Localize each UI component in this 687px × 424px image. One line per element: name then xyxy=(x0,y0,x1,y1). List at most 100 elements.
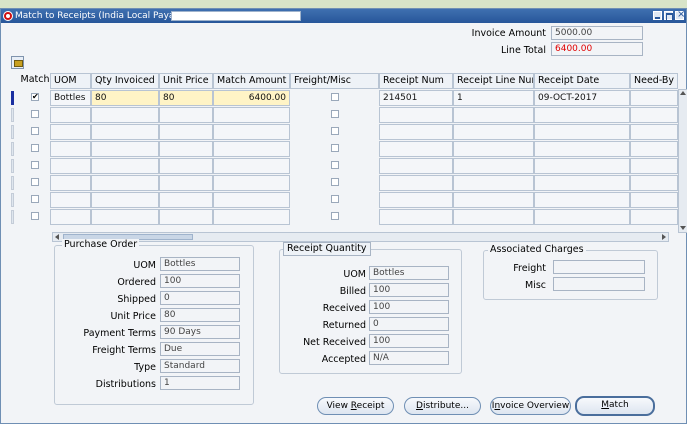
table-cell[interactable] xyxy=(453,107,534,123)
freight-misc-checkbox[interactable] xyxy=(290,141,379,157)
table-cell[interactable] xyxy=(453,124,534,140)
match-checkbox[interactable] xyxy=(24,175,46,191)
view-receipt-button[interactable]: View Receipt xyxy=(317,397,394,415)
table-cell[interactable] xyxy=(534,124,630,140)
table-cell[interactable] xyxy=(91,209,159,225)
table-cell[interactable] xyxy=(213,175,290,191)
row1-freight-misc-checkbox[interactable] xyxy=(290,90,379,106)
table-cell[interactable] xyxy=(159,141,213,157)
table-cell[interactable] xyxy=(159,107,213,123)
freight-misc-checkbox[interactable] xyxy=(290,209,379,225)
match-checkbox[interactable] xyxy=(24,158,46,174)
horizontal-scrollbar[interactable] xyxy=(52,232,669,242)
table-cell[interactable] xyxy=(213,192,290,208)
table-cell[interactable] xyxy=(50,141,91,157)
table-cell[interactable] xyxy=(91,175,159,191)
record-indicator[interactable] xyxy=(11,142,14,156)
record-indicator[interactable] xyxy=(11,193,14,207)
row1-unit-price[interactable]: 80 xyxy=(159,90,213,106)
invoice-overview-button[interactable]: Invoice Overview xyxy=(490,397,571,415)
table-cell[interactable] xyxy=(453,141,534,157)
match-checkbox[interactable] xyxy=(24,124,46,140)
row1-match-amount[interactable]: 6400.00 xyxy=(213,90,290,106)
match-checkbox[interactable] xyxy=(24,107,46,123)
match-checkbox[interactable] xyxy=(24,90,46,106)
freight-field[interactable] xyxy=(553,260,645,274)
table-cell[interactable] xyxy=(630,175,678,191)
table-cell[interactable] xyxy=(534,158,630,174)
row1-qty-invoiced[interactable]: 80 xyxy=(91,90,159,106)
table-cell[interactable] xyxy=(91,158,159,174)
table-cell[interactable] xyxy=(213,209,290,225)
table-cell[interactable] xyxy=(159,158,213,174)
table-cell[interactable] xyxy=(50,124,91,140)
match-checkbox[interactable] xyxy=(24,209,46,225)
table-cell[interactable] xyxy=(159,124,213,140)
scroll-up-icon[interactable] xyxy=(680,91,686,95)
table-cell[interactable] xyxy=(91,107,159,123)
record-indicator[interactable] xyxy=(11,108,14,122)
table-cell[interactable] xyxy=(50,158,91,174)
row1-uom[interactable]: Bottles xyxy=(50,90,91,106)
table-cell[interactable] xyxy=(159,192,213,208)
table-cell[interactable] xyxy=(630,124,678,140)
match-checkbox[interactable] xyxy=(24,141,46,157)
table-cell[interactable] xyxy=(534,192,630,208)
vertical-scrollbar[interactable] xyxy=(678,89,687,233)
table-cell[interactable] xyxy=(379,124,453,140)
current-record-indicator[interactable] xyxy=(11,91,14,105)
match-checkbox[interactable] xyxy=(24,192,46,208)
freight-misc-checkbox[interactable] xyxy=(290,107,379,123)
table-cell[interactable] xyxy=(213,107,290,123)
table-cell[interactable] xyxy=(159,209,213,225)
table-cell[interactable] xyxy=(50,107,91,123)
table-cell[interactable] xyxy=(453,209,534,225)
table-cell[interactable] xyxy=(534,175,630,191)
table-cell[interactable] xyxy=(379,209,453,225)
scroll-left-icon[interactable] xyxy=(55,234,59,240)
freight-misc-checkbox[interactable] xyxy=(290,124,379,140)
table-cell[interactable] xyxy=(453,158,534,174)
record-indicator[interactable] xyxy=(11,176,14,190)
table-cell[interactable] xyxy=(453,192,534,208)
record-indicator[interactable] xyxy=(11,125,14,139)
table-cell[interactable] xyxy=(159,175,213,191)
row1-receipt-num[interactable]: 214501 xyxy=(379,90,453,106)
record-indicator[interactable] xyxy=(11,159,14,173)
table-cell[interactable] xyxy=(379,175,453,191)
freight-misc-checkbox[interactable] xyxy=(290,158,379,174)
attachment-icon[interactable] xyxy=(11,56,24,69)
table-cell[interactable] xyxy=(91,124,159,140)
scroll-down-icon[interactable] xyxy=(680,226,686,230)
table-cell[interactable] xyxy=(91,192,159,208)
table-cell[interactable] xyxy=(91,141,159,157)
scroll-right-icon[interactable] xyxy=(662,234,666,240)
row1-receipt-date[interactable]: 09-OCT-2017 xyxy=(534,90,630,106)
table-cell[interactable] xyxy=(379,158,453,174)
table-cell[interactable] xyxy=(213,141,290,157)
row1-receipt-line-num[interactable]: 1 xyxy=(453,90,534,106)
table-cell[interactable] xyxy=(50,192,91,208)
table-cell[interactable] xyxy=(213,158,290,174)
table-cell[interactable] xyxy=(50,209,91,225)
record-indicator[interactable] xyxy=(11,210,14,224)
match-button[interactable]: Match xyxy=(575,396,655,416)
table-cell[interactable] xyxy=(630,158,678,174)
close-icon[interactable] xyxy=(675,9,685,20)
minimize-icon[interactable] xyxy=(653,11,662,20)
distribute-button[interactable]: Distribute... xyxy=(404,397,481,415)
table-cell[interactable] xyxy=(534,209,630,225)
table-cell[interactable] xyxy=(453,175,534,191)
table-cell[interactable] xyxy=(379,141,453,157)
table-cell[interactable] xyxy=(379,107,453,123)
table-cell[interactable] xyxy=(630,141,678,157)
misc-field[interactable] xyxy=(553,277,645,291)
freight-misc-checkbox[interactable] xyxy=(290,175,379,191)
table-cell[interactable] xyxy=(379,192,453,208)
table-cell[interactable] xyxy=(50,175,91,191)
table-cell[interactable] xyxy=(213,124,290,140)
table-cell[interactable] xyxy=(630,209,678,225)
maximize-icon[interactable] xyxy=(664,11,673,21)
freight-misc-checkbox[interactable] xyxy=(290,192,379,208)
row1-need-by[interactable] xyxy=(630,90,678,106)
